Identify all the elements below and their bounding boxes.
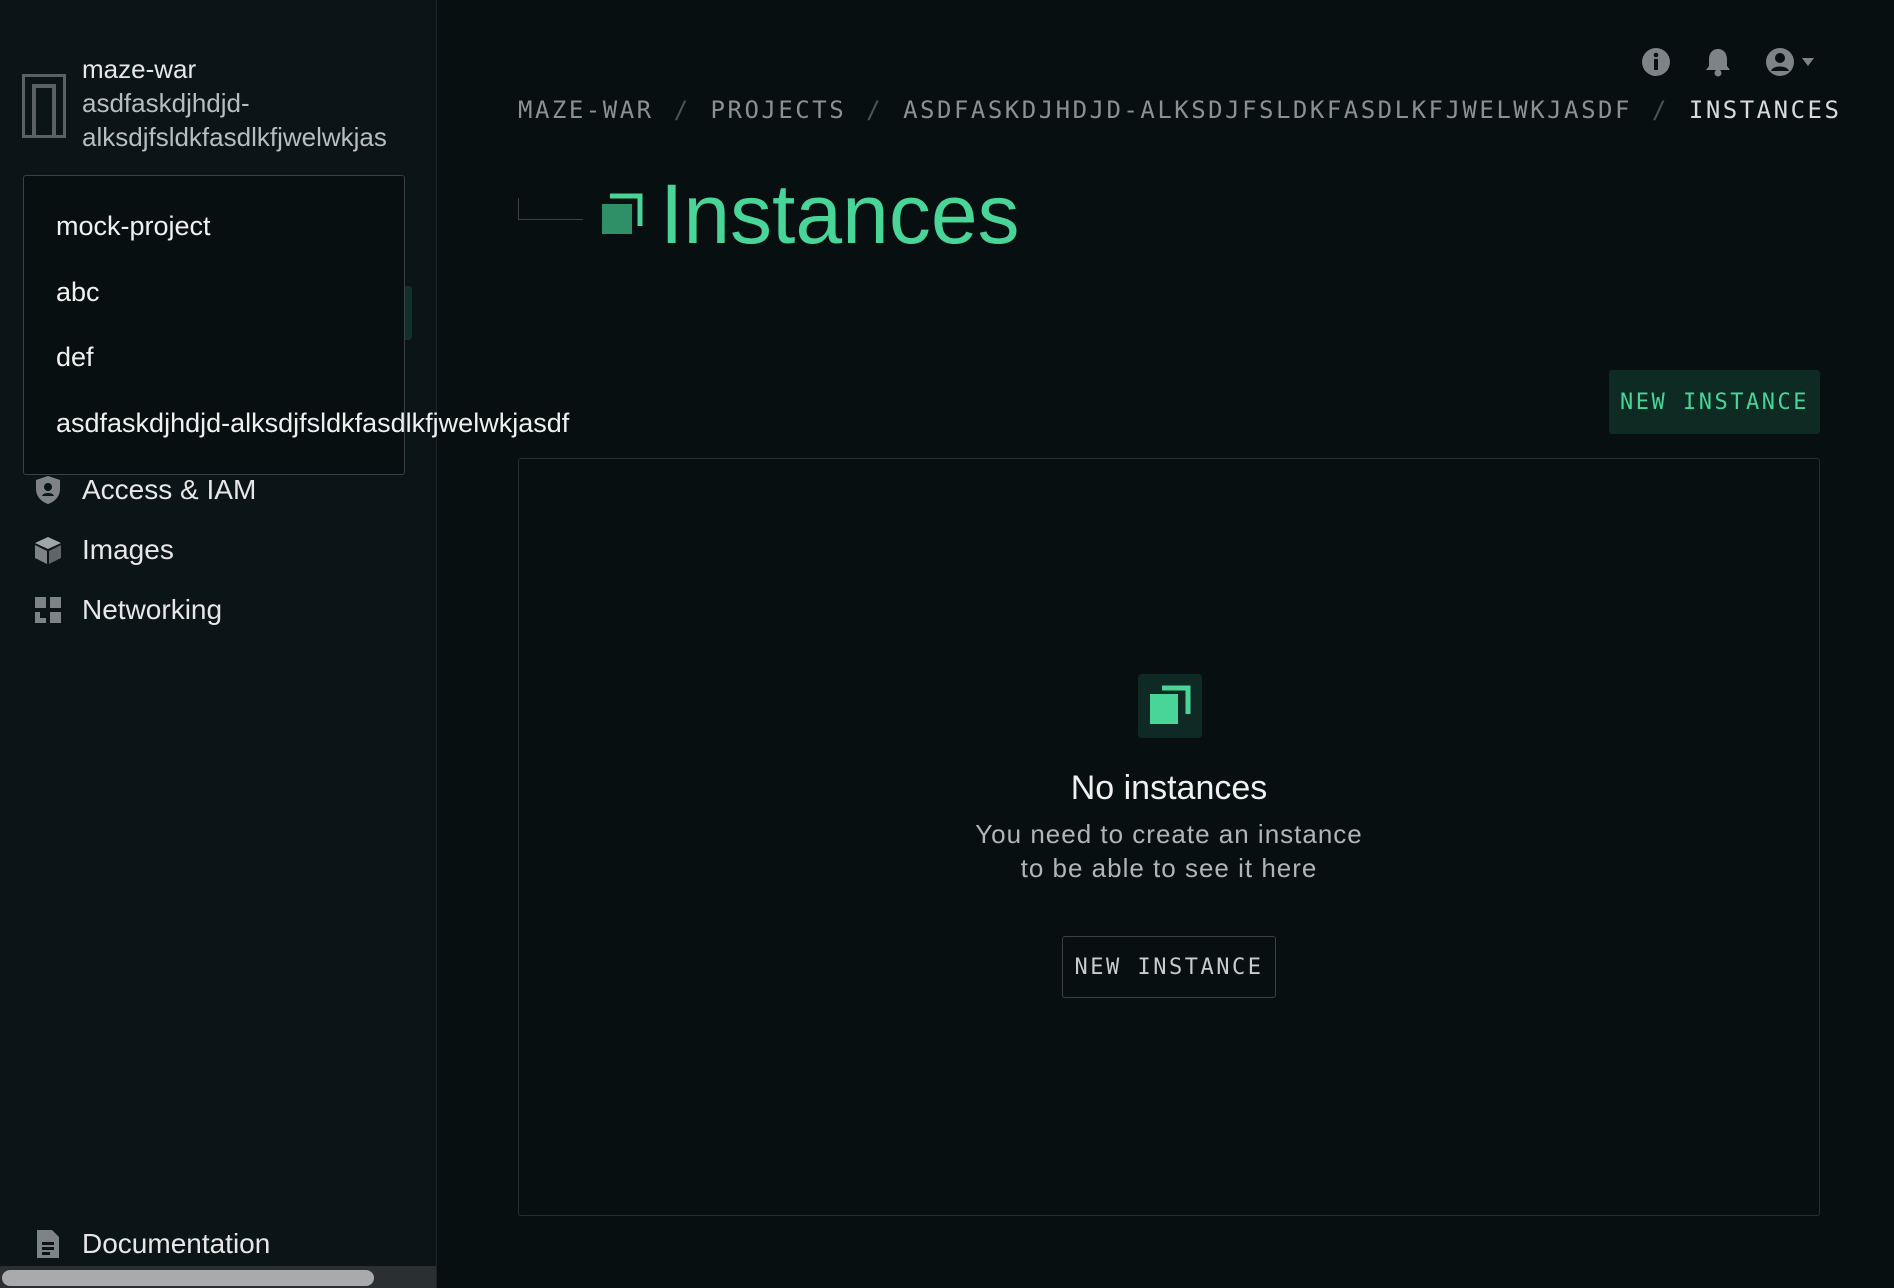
breadcrumb-separator: / <box>866 96 884 124</box>
user-icon <box>1766 48 1794 76</box>
breadcrumb-item-projects[interactable]: PROJECTS <box>711 96 847 124</box>
sidebar-item-label: Documentation <box>82 1228 271 1259</box>
sidebar-item-images[interactable]: Images <box>32 530 392 570</box>
new-instance-button[interactable]: NEW INSTANCE <box>1609 370 1820 434</box>
dropdown-option-long-project[interactable]: asdfaskdjhdjd-alksdjfsldkfasdlkfjwelwkja… <box>56 403 569 443</box>
organization-logo-icon <box>22 74 66 138</box>
top-bar-actions <box>1638 44 1818 80</box>
bell-icon[interactable] <box>1700 44 1736 80</box>
project-name-continued: alksdjfsldkfasdlkfjwelwkjas <box>82 122 387 152</box>
breadcrumb: MAZE-WAR / PROJECTS / ASDFASKDJHDJD-ALKS… <box>518 96 1841 124</box>
sidebar-item-label: Networking <box>82 594 223 625</box>
sidebar-item-access-iam[interactable]: Access & IAM <box>32 470 392 510</box>
dropdown-option-def[interactable]: def <box>56 337 94 377</box>
sidebar-item-networking[interactable]: Networking <box>32 590 392 630</box>
instances-icon <box>1150 685 1191 724</box>
page-title: Instances <box>660 167 1020 261</box>
empty-state-title: No instances <box>1070 769 1268 807</box>
scrollbar-thumb[interactable] <box>2 1270 374 1286</box>
dropdown-option-mock-project[interactable]: mock-project <box>56 206 211 246</box>
shield-icon <box>32 474 64 506</box>
empty-state-description-line: to be able to see it here <box>1020 853 1318 883</box>
grid-icon <box>32 594 64 626</box>
organization-name: maze-war <box>82 54 197 84</box>
dropdown-option-abc[interactable]: abc <box>56 272 100 312</box>
project-dropdown-menu: mock-project abc def asdfaskdjhdjd-alksd… <box>23 175 569 475</box>
sidebar-item-documentation[interactable]: Documentation <box>32 1224 392 1264</box>
title-connector-line <box>518 198 583 220</box>
info-icon[interactable] <box>1638 44 1674 80</box>
user-menu[interactable] <box>1762 44 1818 80</box>
empty-state-description: You need to create an instance to be abl… <box>519 817 1819 885</box>
empty-state-description-line: You need to create an instance <box>975 819 1363 849</box>
project-switcher[interactable]: maze-war asdfaskdjhdjd- alksdjfsldkfasdl… <box>20 52 436 162</box>
empty-state-new-instance-button[interactable]: NEW INSTANCE <box>1062 936 1276 998</box>
breadcrumb-separator: / <box>1651 96 1669 124</box>
breadcrumb-item-org[interactable]: MAZE-WAR <box>518 96 654 124</box>
empty-state-icon-box <box>1138 674 1202 738</box>
sidebar-horizontal-scrollbar[interactable] <box>0 1266 436 1288</box>
sidebar-item-label: Images <box>82 534 174 565</box>
breadcrumb-item-project[interactable]: ASDFASKDJHDJD-ALKSDJFSLDKFASDLKFJWELWKJA… <box>903 96 1632 124</box>
document-icon <box>32 1228 64 1260</box>
sidebar-item-active-edge <box>404 286 412 340</box>
breadcrumb-separator: / <box>673 96 691 124</box>
breadcrumb-item-current: INSTANCES <box>1688 96 1842 124</box>
empty-state-panel: No instances You need to create an insta… <box>518 458 1820 1216</box>
sidebar-item-label: Access & IAM <box>82 474 257 505</box>
instances-icon <box>602 193 643 234</box>
project-name: asdfaskdjhdjd- <box>82 88 250 118</box>
chevron-down-icon <box>1802 58 1814 66</box>
cube-icon <box>32 534 64 566</box>
